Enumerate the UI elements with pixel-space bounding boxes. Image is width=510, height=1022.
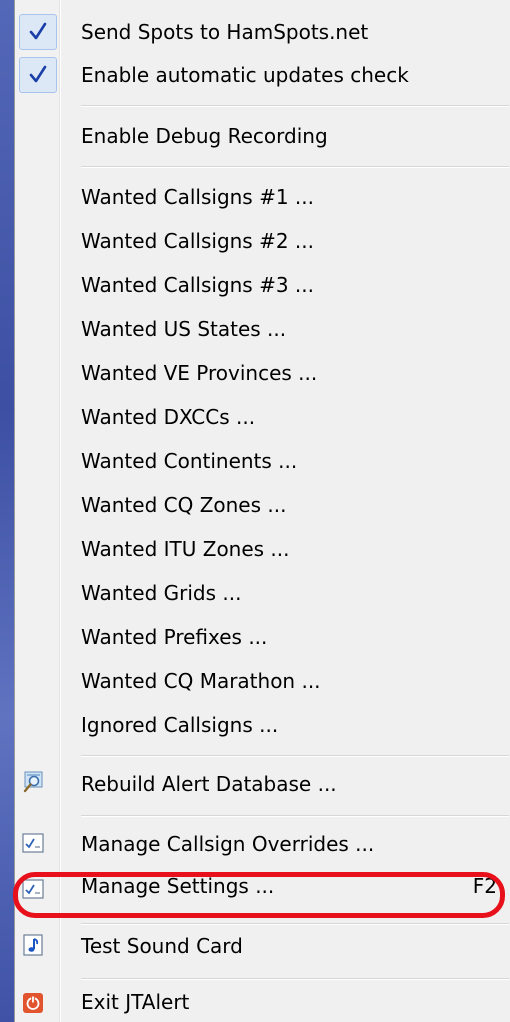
menu-item-label: Wanted ITU Zones ... [81,537,290,561]
menu-item-send-spots[interactable]: Send Spots to HamSpots.net [15,14,510,50]
menu-item-label: Exit JTAlert [81,990,190,1014]
menu-item-auto-updates[interactable]: Enable automatic updates check [15,57,510,93]
music-note-icon [23,934,43,956]
menu-item-label: Wanted Callsigns #2 ... [81,229,314,253]
menu-item-exit-jtalert[interactable]: Exit JTAlert [15,984,510,1022]
menu-item-wanted-ve-provinces[interactable]: Wanted VE Provinces ... [15,353,510,393]
menu-item-wanted-cq-zones[interactable]: Wanted CQ Zones ... [15,485,510,525]
menu-item-label: Enable Debug Recording [81,124,328,148]
menu-separator [81,755,509,757]
menu-item-label: Send Spots to HamSpots.net [81,20,369,44]
menu-item-label: Wanted Callsigns #1 ... [81,185,314,209]
menu-item-wanted-itu-zones[interactable]: Wanted ITU Zones ... [15,529,510,569]
menu-item-wanted-dxccs[interactable]: Wanted DXCCs ... [15,397,510,437]
power-icon [23,993,43,1013]
menu-item-label: Manage Callsign Overrides ... [81,832,375,856]
checked-indicator [19,14,57,50]
menu-item-wanted-callsigns-1[interactable]: Wanted Callsigns #1 ... [15,177,510,217]
menu-separator [81,166,509,168]
red-highlight-annotation [13,872,505,918]
checklist-icon [22,833,44,853]
menu-item-label: Ignored Callsigns ... [81,713,279,737]
menu-item-label: Wanted DXCCs ... [81,405,256,429]
menu-separator [81,978,509,980]
desktop-background [0,0,14,1022]
checkmark-icon [29,65,47,83]
menu-separator [81,815,509,817]
menu-item-label: Wanted VE Provinces ... [81,361,318,385]
menu-item-label: Wanted Grids ... [81,581,242,605]
menu-item-label: Rebuild Alert Database ... [81,772,337,796]
menu-item-label: Test Sound Card [81,934,243,958]
menu-separator [81,923,509,925]
menu-item-ignored-callsigns[interactable]: Ignored Callsigns ... [15,705,510,745]
menu-item-wanted-callsigns-2[interactable]: Wanted Callsigns #2 ... [15,221,510,261]
menu-item-label: Wanted CQ Marathon ... [81,669,321,693]
checked-indicator [19,57,57,93]
menu-item-label: Enable automatic updates check [81,63,409,87]
menu-item-label: Wanted US States ... [81,317,287,341]
menu-item-wanted-callsigns-3[interactable]: Wanted Callsigns #3 ... [15,265,510,305]
menu-item-label: Wanted CQ Zones ... [81,493,287,517]
menu-item-rebuild-alert-database[interactable]: Rebuild Alert Database ... [15,764,510,804]
database-search-icon [23,771,43,793]
menu-separator [81,105,509,107]
menu-item-wanted-us-states[interactable]: Wanted US States ... [15,309,510,349]
menu-item-wanted-grids[interactable]: Wanted Grids ... [15,573,510,613]
menu-item-label: Wanted Continents ... [81,449,298,473]
menu-item-wanted-continents[interactable]: Wanted Continents ... [15,441,510,481]
menu-item-label: Wanted Prefixes ... [81,625,268,649]
checkmark-icon [29,22,47,40]
menu-item-wanted-prefixes[interactable]: Wanted Prefixes ... [15,617,510,657]
menu-item-debug-recording[interactable]: Enable Debug Recording [15,116,510,156]
context-menu: Send Spots to HamSpots.net Enable automa… [14,0,510,1022]
menu-item-test-sound-card[interactable]: Test Sound Card [15,928,510,968]
menu-item-manage-callsign-overrides[interactable]: Manage Callsign Overrides ... [15,824,510,864]
menu-item-wanted-cq-marathon[interactable]: Wanted CQ Marathon ... [15,661,510,701]
menu-item-label: Wanted Callsigns #3 ... [81,273,314,297]
